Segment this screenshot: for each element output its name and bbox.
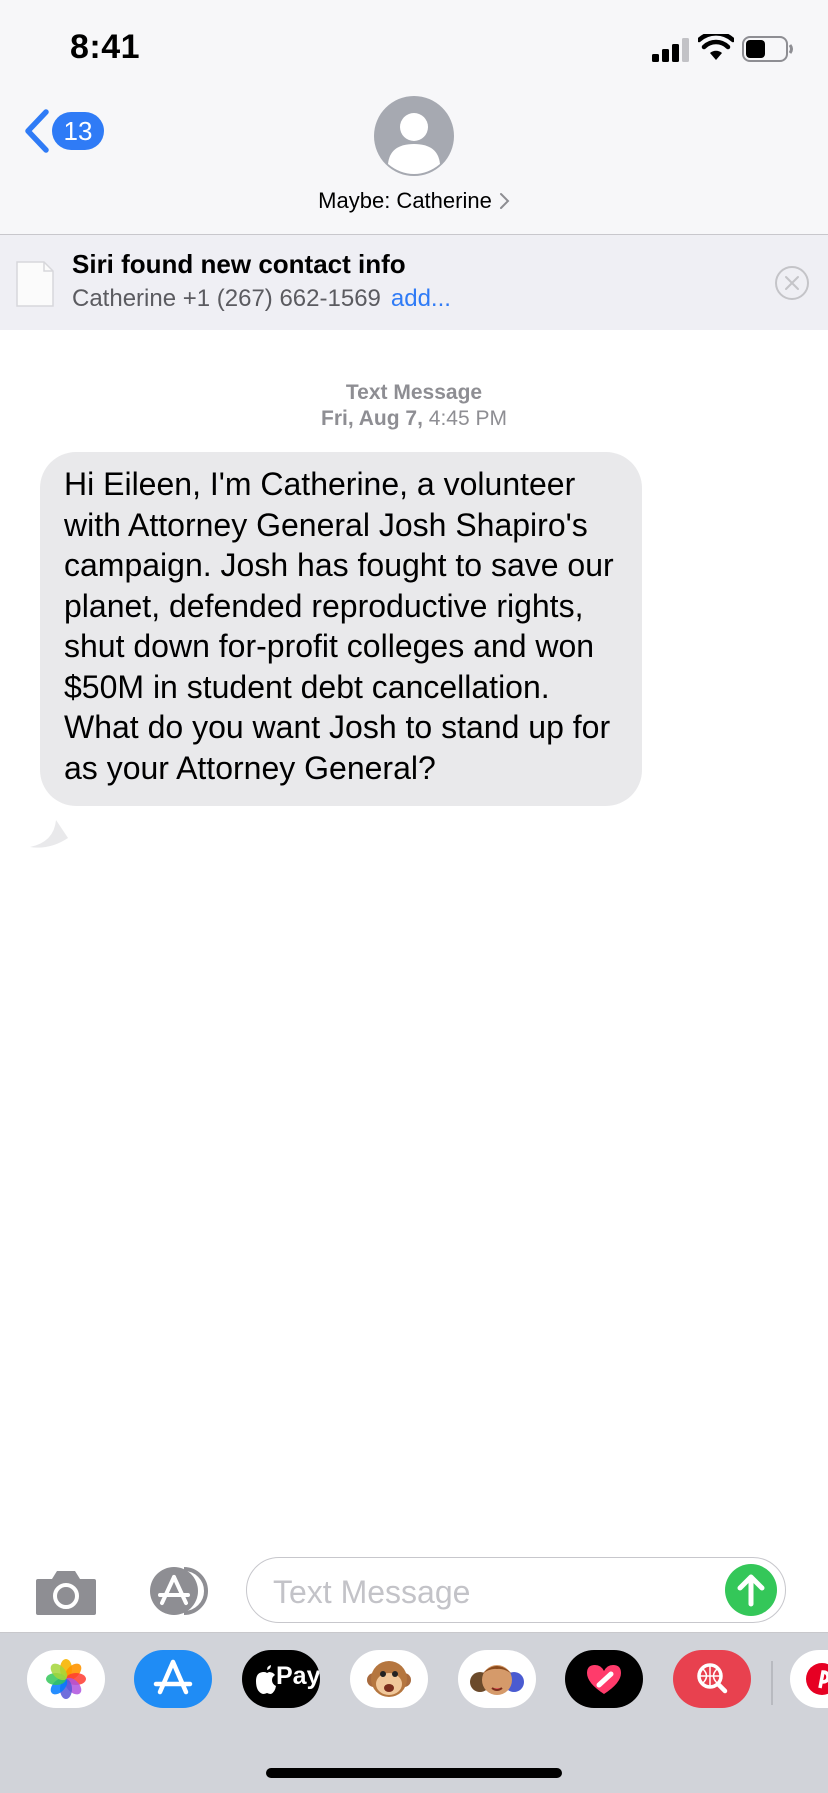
wifi-icon (698, 34, 734, 60)
send-button[interactable] (725, 1564, 777, 1616)
battery-icon (742, 36, 793, 62)
cellular-signal-icon (652, 38, 689, 62)
message-text-field[interactable]: Text Message (246, 1557, 786, 1623)
digital-touch-heart-icon[interactable] (565, 1650, 643, 1708)
message-placeholder: Text Message (273, 1574, 471, 1610)
chevron-left-icon (25, 109, 49, 153)
camera-icon[interactable] (34, 1567, 98, 1619)
status-time: 8:41 (70, 28, 141, 66)
siri-contact-suggestion-banner[interactable]: Siri found new contact info Catherine +1… (0, 235, 828, 330)
images-search-icon[interactable] (673, 1650, 751, 1708)
message-time: 4:45 PM (428, 407, 507, 430)
incoming-message-bubble[interactable]: Hi Eileen, I'm Catherine, a volunteer wi… (40, 452, 642, 806)
imessage-app-drawer: Pay (0, 1632, 828, 1793)
photos-app-icon[interactable] (27, 1650, 105, 1708)
contact-name-button[interactable]: Maybe: Catherine (0, 188, 828, 214)
message-service-label: Text Message (345, 381, 483, 404)
app-store-apps-icon[interactable] (140, 1565, 214, 1617)
siri-suggestion-subtitle: Catherine +1 (267) 662-1569 add... (72, 285, 451, 313)
close-icon[interactable] (774, 265, 810, 301)
add-contact-link[interactable]: add... (391, 285, 451, 312)
apple-pay-label: Pay (276, 1662, 320, 1690)
arrow-up-icon (737, 1574, 765, 1607)
chevron-right-icon (499, 193, 510, 209)
siri-suggestion-title: Siri found new contact info (72, 249, 406, 279)
back-button[interactable]: 13 (22, 106, 112, 156)
conversation-header: 13 Maybe: Catherine (0, 96, 828, 235)
person-silhouette-icon (388, 113, 440, 174)
app-drawer-divider (771, 1661, 773, 1705)
bubble-tail (30, 820, 68, 848)
contact-avatar[interactable] (374, 96, 454, 176)
animoji-monkey-icon[interactable] (350, 1650, 428, 1708)
home-indicator (266, 1768, 562, 1778)
memoji-stickers-icon[interactable] (458, 1650, 536, 1708)
apple-pay-icon[interactable]: Pay (242, 1650, 320, 1708)
message-date: Fri, Aug 7, (321, 407, 423, 430)
status-bar: 8:41 (0, 0, 828, 96)
suggested-contact-details: Catherine +1 (267) 662-1569 (72, 285, 381, 312)
contact-card-icon (16, 261, 54, 307)
pinterest-icon[interactable] (790, 1650, 828, 1708)
message-timestamp: Text Message Fri, Aug 7, 4:45 PM (0, 380, 828, 432)
message-input-bar: Text Message (0, 1535, 828, 1635)
app-store-icon[interactable] (134, 1650, 212, 1708)
unread-count-badge: 13 (52, 112, 104, 150)
contact-name-label: Maybe: Catherine (318, 188, 492, 213)
